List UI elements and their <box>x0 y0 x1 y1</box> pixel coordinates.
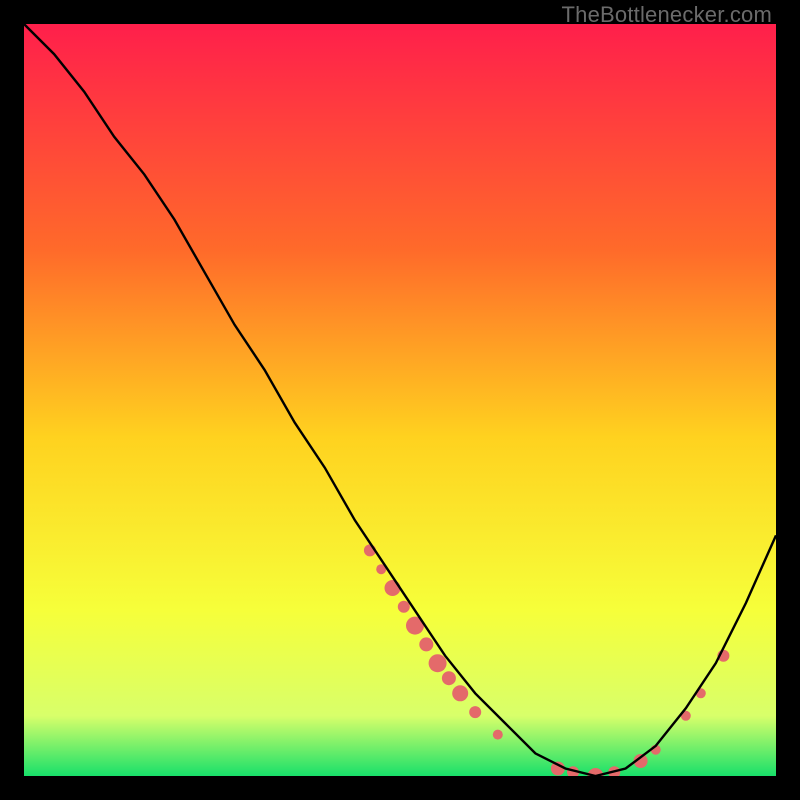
gradient-background <box>24 24 776 776</box>
data-marker <box>419 637 433 651</box>
data-marker <box>493 730 503 740</box>
chart-plot <box>24 24 776 776</box>
chart-frame <box>24 24 776 776</box>
data-marker <box>442 671 456 685</box>
data-marker <box>469 706 481 718</box>
data-marker <box>429 654 447 672</box>
data-marker <box>452 685 468 701</box>
data-marker <box>398 601 410 613</box>
watermark-text: TheBottlenecker.com <box>562 2 772 28</box>
data-marker <box>385 580 401 596</box>
